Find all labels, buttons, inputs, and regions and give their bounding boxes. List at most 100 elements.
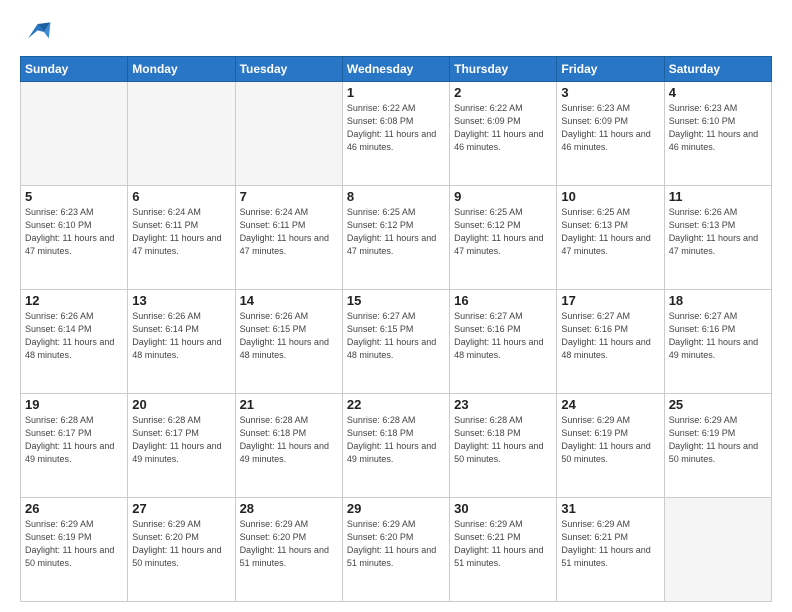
day-number: 12 <box>25 293 123 308</box>
week-row-3: 19Sunrise: 6:28 AM Sunset: 6:17 PM Dayli… <box>21 394 772 498</box>
weekday-header-thursday: Thursday <box>450 57 557 82</box>
calendar-cell: 6 Sunrise: 6:24 AM Sunset: 6:11 PM Daylig… <box>128 186 235 290</box>
day-info: Sunrise: 6:22 AM Sunset: 6:08 PM Dayligh… <box>347 102 445 154</box>
day-number: 14 <box>240 293 338 308</box>
day-number: 9 <box>454 189 552 204</box>
day-number: 31 <box>561 501 659 516</box>
calendar-cell: 28 Sunrise: 6:29 AM Sunset: 6:20 PM Dayli… <box>235 498 342 602</box>
calendar-cell <box>664 498 771 602</box>
day-number: 13 <box>132 293 230 308</box>
day-number: 27 <box>132 501 230 516</box>
calendar-cell: 16 Sunrise: 6:27 AM Sunset: 6:16 PM Dayli… <box>450 290 557 394</box>
calendar-cell: 15 Sunrise: 6:27 AM Sunset: 6:15 PM Dayli… <box>342 290 449 394</box>
calendar-cell: 18 Sunrise: 6:27 AM Sunset: 6:16 PM Dayli… <box>664 290 771 394</box>
page: SundayMondayTuesdayWednesdayThursdayFrid… <box>0 0 792 612</box>
day-info: Sunrise: 6:29 AM Sunset: 6:21 PM Dayligh… <box>561 518 659 570</box>
calendar-cell: 30 Sunrise: 6:29 AM Sunset: 6:21 PM Dayli… <box>450 498 557 602</box>
day-number: 18 <box>669 293 767 308</box>
calendar-cell: 14 Sunrise: 6:26 AM Sunset: 6:15 PM Dayli… <box>235 290 342 394</box>
day-number: 28 <box>240 501 338 516</box>
calendar-cell: 17 Sunrise: 6:27 AM Sunset: 6:16 PM Dayli… <box>557 290 664 394</box>
calendar-cell: 27 Sunrise: 6:29 AM Sunset: 6:20 PM Dayli… <box>128 498 235 602</box>
logo <box>20 16 56 48</box>
week-row-2: 12 Sunrise: 6:26 AM Sunset: 6:14 PM Dayli… <box>21 290 772 394</box>
day-info: Sunrise: 6:28 AM Sunset: 6:18 PM Dayligh… <box>347 414 445 466</box>
day-info: Sunrise: 6:29 AM Sunset: 6:21 PM Dayligh… <box>454 518 552 570</box>
calendar-cell <box>21 82 128 186</box>
calendar-cell: 26Sunrise: 6:29 AM Sunset: 6:19 PM Dayli… <box>21 498 128 602</box>
day-number: 15 <box>347 293 445 308</box>
day-number: 29 <box>347 501 445 516</box>
day-info: Sunrise: 6:29 AM Sunset: 6:20 PM Dayligh… <box>347 518 445 570</box>
weekday-header-wednesday: Wednesday <box>342 57 449 82</box>
day-info: Sunrise: 6:27 AM Sunset: 6:15 PM Dayligh… <box>347 310 445 362</box>
calendar-cell: 21 Sunrise: 6:28 AM Sunset: 6:18 PM Dayli… <box>235 394 342 498</box>
day-number: 2 <box>454 85 552 100</box>
calendar-cell <box>128 82 235 186</box>
calendar-cell: 25 Sunrise: 6:29 AM Sunset: 6:19 PM Dayli… <box>664 394 771 498</box>
day-info: Sunrise: 6:27 AM Sunset: 6:16 PM Dayligh… <box>561 310 659 362</box>
day-info: Sunrise: 6:28 AM Sunset: 6:18 PM Dayligh… <box>454 414 552 466</box>
day-number: 22 <box>347 397 445 412</box>
calendar-cell: 4 Sunrise: 6:23 AM Sunset: 6:10 PM Daylig… <box>664 82 771 186</box>
calendar-cell: 20Sunrise: 6:28 AM Sunset: 6:17 PM Dayli… <box>128 394 235 498</box>
day-number: 21 <box>240 397 338 412</box>
day-info: Sunrise: 6:24 AM Sunset: 6:11 PM Dayligh… <box>132 206 230 258</box>
day-info: Sunrise: 6:25 AM Sunset: 6:12 PM Dayligh… <box>454 206 552 258</box>
calendar-cell: 5Sunrise: 6:23 AM Sunset: 6:10 PM Daylig… <box>21 186 128 290</box>
day-info: Sunrise: 6:22 AM Sunset: 6:09 PM Dayligh… <box>454 102 552 154</box>
day-number: 11 <box>669 189 767 204</box>
day-info: Sunrise: 6:26 AM Sunset: 6:13 PM Dayligh… <box>669 206 767 258</box>
day-info: Sunrise: 6:29 AM Sunset: 6:20 PM Dayligh… <box>132 518 230 570</box>
calendar-cell: 13 Sunrise: 6:26 AM Sunset: 6:14 PM Dayli… <box>128 290 235 394</box>
calendar-cell: 9 Sunrise: 6:25 AM Sunset: 6:12 PM Daylig… <box>450 186 557 290</box>
day-number: 4 <box>669 85 767 100</box>
day-info: Sunrise: 6:28 AM Sunset: 6:17 PM Dayligh… <box>132 414 230 466</box>
calendar-cell: 29 Sunrise: 6:29 AM Sunset: 6:20 PM Dayli… <box>342 498 449 602</box>
week-row-4: 26Sunrise: 6:29 AM Sunset: 6:19 PM Dayli… <box>21 498 772 602</box>
weekday-header-sunday: Sunday <box>21 57 128 82</box>
calendar-cell: 8 Sunrise: 6:25 AM Sunset: 6:12 PM Daylig… <box>342 186 449 290</box>
calendar-cell: 10Sunrise: 6:25 AM Sunset: 6:13 PM Dayli… <box>557 186 664 290</box>
day-number: 17 <box>561 293 659 308</box>
weekday-header-tuesday: Tuesday <box>235 57 342 82</box>
calendar-cell <box>235 82 342 186</box>
day-number: 25 <box>669 397 767 412</box>
calendar-cell: 3 Sunrise: 6:23 AM Sunset: 6:09 PM Daylig… <box>557 82 664 186</box>
day-info: Sunrise: 6:29 AM Sunset: 6:19 PM Dayligh… <box>561 414 659 466</box>
day-info: Sunrise: 6:28 AM Sunset: 6:17 PM Dayligh… <box>25 414 123 466</box>
weekday-header-saturday: Saturday <box>664 57 771 82</box>
calendar-cell: 31 Sunrise: 6:29 AM Sunset: 6:21 PM Dayli… <box>557 498 664 602</box>
week-row-0: 1Sunrise: 6:22 AM Sunset: 6:08 PM Daylig… <box>21 82 772 186</box>
day-info: Sunrise: 6:29 AM Sunset: 6:19 PM Dayligh… <box>25 518 123 570</box>
day-info: Sunrise: 6:29 AM Sunset: 6:19 PM Dayligh… <box>669 414 767 466</box>
calendar-cell: 19Sunrise: 6:28 AM Sunset: 6:17 PM Dayli… <box>21 394 128 498</box>
day-info: Sunrise: 6:26 AM Sunset: 6:15 PM Dayligh… <box>240 310 338 362</box>
weekday-header-monday: Monday <box>128 57 235 82</box>
day-info: Sunrise: 6:28 AM Sunset: 6:18 PM Dayligh… <box>240 414 338 466</box>
day-number: 3 <box>561 85 659 100</box>
calendar-cell: 2 Sunrise: 6:22 AM Sunset: 6:09 PM Daylig… <box>450 82 557 186</box>
day-number: 8 <box>347 189 445 204</box>
day-info: Sunrise: 6:26 AM Sunset: 6:14 PM Dayligh… <box>132 310 230 362</box>
day-info: Sunrise: 6:25 AM Sunset: 6:12 PM Dayligh… <box>347 206 445 258</box>
day-info: Sunrise: 6:24 AM Sunset: 6:11 PM Dayligh… <box>240 206 338 258</box>
day-number: 16 <box>454 293 552 308</box>
calendar-cell: 1Sunrise: 6:22 AM Sunset: 6:08 PM Daylig… <box>342 82 449 186</box>
weekday-header-row: SundayMondayTuesdayWednesdayThursdayFrid… <box>21 57 772 82</box>
day-info: Sunrise: 6:23 AM Sunset: 6:10 PM Dayligh… <box>25 206 123 258</box>
day-number: 6 <box>132 189 230 204</box>
day-info: Sunrise: 6:23 AM Sunset: 6:09 PM Dayligh… <box>561 102 659 154</box>
calendar-cell: 24Sunrise: 6:29 AM Sunset: 6:19 PM Dayli… <box>557 394 664 498</box>
calendar-table: SundayMondayTuesdayWednesdayThursdayFrid… <box>20 56 772 602</box>
calendar-cell: 23Sunrise: 6:28 AM Sunset: 6:18 PM Dayli… <box>450 394 557 498</box>
day-info: Sunrise: 6:29 AM Sunset: 6:20 PM Dayligh… <box>240 518 338 570</box>
day-info: Sunrise: 6:23 AM Sunset: 6:10 PM Dayligh… <box>669 102 767 154</box>
calendar-cell: 11 Sunrise: 6:26 AM Sunset: 6:13 PM Dayli… <box>664 186 771 290</box>
day-number: 7 <box>240 189 338 204</box>
day-number: 30 <box>454 501 552 516</box>
day-info: Sunrise: 6:27 AM Sunset: 6:16 PM Dayligh… <box>454 310 552 362</box>
logo-icon <box>20 16 52 48</box>
week-row-1: 5Sunrise: 6:23 AM Sunset: 6:10 PM Daylig… <box>21 186 772 290</box>
day-info: Sunrise: 6:27 AM Sunset: 6:16 PM Dayligh… <box>669 310 767 362</box>
